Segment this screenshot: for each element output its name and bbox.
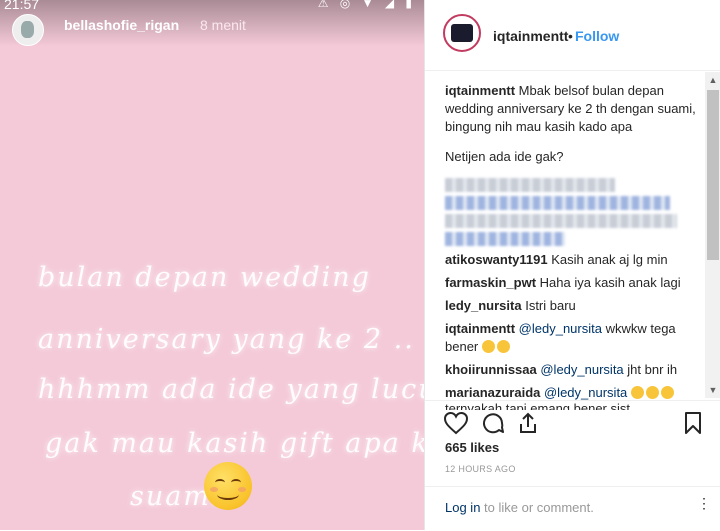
comment-item: iqtainmentt @ledy_nursita wkwkw tega ben… — [445, 320, 700, 356]
share-icon[interactable] — [517, 411, 539, 435]
caption: iqtainmentt Mbak belsof bulan depan wedd… — [445, 82, 700, 136]
comment-username[interactable]: atikoswanty1191 — [445, 252, 548, 267]
story-time: 8 menit — [200, 17, 246, 33]
comment-text: jht bnr ih — [623, 362, 678, 377]
story-text-line: gak mau kasih gift apa ke — [45, 428, 424, 459]
comment-mention[interactable]: @ledy_nursita — [515, 321, 602, 336]
scroll-down-icon[interactable]: ▼ — [705, 382, 720, 398]
status-time: 21:57 — [4, 0, 40, 12]
comment-icon[interactable] — [481, 411, 505, 435]
login-link[interactable]: Log in — [445, 500, 480, 515]
laughing-face-icon — [645, 386, 659, 399]
post-avatar[interactable] — [443, 14, 481, 52]
story-text-line: hhhmm ada ide yang lucu — [38, 374, 424, 405]
smiling-face-emoji-icon — [204, 462, 252, 510]
comment-username[interactable]: farmaskin_pwt — [445, 275, 536, 290]
post-header: iqtainmentt • Follow — [425, 0, 720, 71]
action-bar — [425, 400, 720, 441]
comment-item: farmaskin_pwt Haha iya kasih anak lagi — [445, 274, 700, 292]
caption-question: Netijen ada ide gak? — [445, 149, 564, 164]
comment-text: Istri baru — [521, 298, 576, 313]
story-panel: 21:57 ⚠ ◎ ▼ ◢ ▮ bellashofie_rigan 8 meni… — [0, 0, 424, 530]
comment-item: atikoswanty1191 Kasih anak aj lg min — [445, 251, 700, 269]
comment-text: Haha iya kasih anak lagi — [536, 275, 681, 290]
status-icons: ⚠ ◎ ▼ ◢ ▮ — [317, 0, 416, 10]
blurred-comments — [445, 178, 700, 246]
comment-item: ledy_nursita Istri baru — [445, 297, 700, 315]
comment-text: Kasih anak aj lg min — [547, 252, 668, 267]
login-prompt: Log in to like or comment. — [445, 500, 594, 515]
comment-item: khoiirunnissaa @ledy_nursita jht bnr ih — [445, 361, 700, 379]
comment-mention[interactable]: @ledy_nursita — [537, 362, 623, 377]
comment-username[interactable]: khoiirunnissaa — [445, 362, 537, 377]
post-username[interactable]: iqtainmentt — [493, 28, 568, 44]
story-text-line: anniversary yang ke 2 .. — [38, 324, 415, 355]
login-rest-text: to like or comment. — [480, 500, 594, 515]
crying-face-icon — [481, 340, 495, 353]
scrollbar-thumb[interactable] — [707, 90, 719, 260]
comment-username[interactable]: marianazuraida — [445, 385, 540, 400]
comments-list: iqtainmentt Mbak belsof bulan depan wedd… — [445, 82, 700, 410]
story-avatar[interactable] — [12, 14, 44, 46]
comment-mention[interactable]: @ledy_nursita — [540, 385, 627, 400]
scroll-up-icon[interactable]: ▲ — [705, 72, 720, 88]
comments-scrollbar[interactable]: ▲ ▼ — [705, 72, 720, 398]
comment-username[interactable]: ledy_nursita — [445, 298, 522, 313]
login-bar: Log in to like or comment. ⋮ — [425, 486, 720, 531]
more-options-icon[interactable]: ⋮ — [697, 496, 711, 510]
likes-count[interactable]: 665 likes — [445, 440, 499, 455]
laughing-face-icon — [660, 386, 674, 399]
heart-icon[interactable] — [443, 411, 469, 435]
laughing-face-icon — [630, 386, 644, 399]
post-panel: iqtainmentt • Follow iqtainmentt Mbak be… — [424, 0, 720, 530]
separator-dot: • — [568, 28, 573, 44]
laughing-face-icon — [496, 340, 510, 353]
post-time: 12 HOURS AGO — [445, 464, 516, 474]
comment-username[interactable]: iqtainmentt — [445, 321, 515, 336]
story-username[interactable]: bellashofie_rigan — [64, 17, 179, 33]
caption-username[interactable]: iqtainmentt — [445, 83, 515, 98]
story-text-line: bulan depan wedding — [38, 262, 371, 293]
follow-button[interactable]: Follow — [575, 28, 619, 44]
bookmark-icon[interactable] — [683, 411, 703, 435]
